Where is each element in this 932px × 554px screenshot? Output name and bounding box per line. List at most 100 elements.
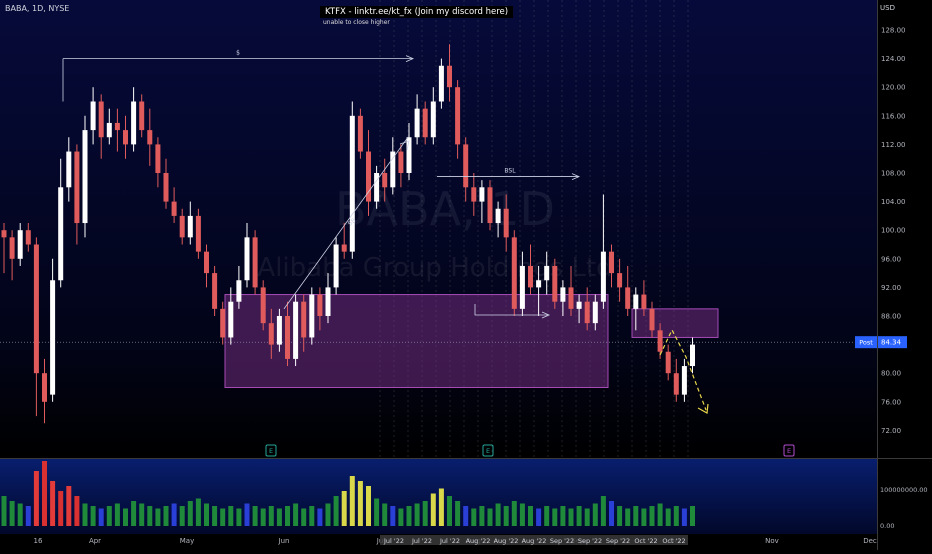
- candle[interactable]: [447, 65, 452, 88]
- candle[interactable]: [519, 265, 525, 309]
- candle[interactable]: [690, 344, 695, 367]
- candle[interactable]: [244, 237, 250, 281]
- candle[interactable]: [341, 244, 347, 252]
- supply-zone[interactable]: [631, 308, 719, 338]
- candlestick-chart[interactable]: BABA, 1D Alibaba Group Holdings Ltd $SBB…: [0, 0, 932, 550]
- candle[interactable]: [114, 122, 120, 131]
- candle[interactable]: [301, 301, 307, 338]
- candle[interactable]: [220, 308, 226, 338]
- volume-bar: [301, 508, 307, 526]
- candle[interactable]: [276, 316, 282, 345]
- time-marker-label: Oct '22: [634, 537, 657, 545]
- candle[interactable]: [147, 130, 153, 145]
- candle[interactable]: [252, 237, 258, 288]
- candle[interactable]: [82, 130, 88, 224]
- candle[interactable]: [25, 230, 31, 245]
- candle[interactable]: [42, 373, 47, 402]
- candle[interactable]: [106, 122, 112, 138]
- candle[interactable]: [430, 101, 436, 138]
- candle[interactable]: [576, 301, 582, 309]
- candle[interactable]: [9, 237, 15, 259]
- candle[interactable]: [17, 230, 23, 259]
- candle[interactable]: [33, 244, 39, 374]
- candle[interactable]: [325, 287, 331, 316]
- candle[interactable]: [438, 65, 444, 102]
- candle[interactable]: [414, 108, 420, 138]
- time-axis[interactable]: 16AprMayJunJulAugSepOctNovDecJul '22Jul …: [34, 535, 877, 545]
- candle[interactable]: [390, 151, 396, 188]
- demand-zone[interactable]: [224, 294, 609, 388]
- symbol-legend[interactable]: BABA, 1D, NYSE: [5, 4, 69, 13]
- candle[interactable]: [139, 101, 145, 131]
- candle[interactable]: [503, 208, 509, 238]
- candle[interactable]: [1, 230, 7, 238]
- candle[interactable]: [131, 101, 137, 145]
- candle[interactable]: [625, 287, 631, 309]
- candle[interactable]: [455, 87, 461, 145]
- candle[interactable]: [528, 265, 533, 288]
- candle[interactable]: [187, 215, 193, 238]
- candle[interactable]: [536, 280, 542, 288]
- candle[interactable]: [398, 151, 404, 173]
- author-banner[interactable]: KTFX - linktr.ee/kt_fx (Join my discord …: [320, 6, 514, 18]
- candle[interactable]: [50, 280, 56, 395]
- candle[interactable]: [171, 201, 177, 216]
- candle[interactable]: [74, 151, 80, 224]
- candle[interactable]: [90, 101, 96, 131]
- candle[interactable]: [471, 187, 477, 202]
- candle[interactable]: [66, 151, 72, 188]
- candle[interactable]: [349, 115, 355, 252]
- candle[interactable]: [98, 101, 104, 138]
- time-marker-label: Aug '22: [494, 537, 519, 545]
- candle[interactable]: [123, 130, 128, 145]
- candle[interactable]: [236, 280, 242, 302]
- candle[interactable]: [479, 187, 485, 202]
- candle[interactable]: [357, 115, 363, 152]
- candle[interactable]: [641, 294, 647, 309]
- candle[interactable]: [681, 366, 687, 395]
- candle[interactable]: [268, 323, 274, 345]
- candle[interactable]: [568, 287, 574, 309]
- candle[interactable]: [228, 301, 234, 338]
- candle[interactable]: [657, 330, 663, 352]
- candle[interactable]: [155, 144, 161, 173]
- volume-bar: [422, 501, 428, 526]
- candle[interactable]: [163, 173, 169, 202]
- candle[interactable]: [617, 273, 623, 288]
- candle[interactable]: [600, 251, 606, 302]
- candle[interactable]: [544, 265, 550, 281]
- volume-bar: [325, 503, 331, 526]
- candle[interactable]: [179, 215, 185, 238]
- candle[interactable]: [58, 187, 64, 281]
- candle[interactable]: [584, 301, 590, 324]
- candle[interactable]: [609, 251, 614, 274]
- candle[interactable]: [665, 351, 671, 374]
- volume-bar: [309, 506, 315, 526]
- candle[interactable]: [212, 273, 218, 309]
- candle[interactable]: [633, 294, 639, 309]
- candle[interactable]: [649, 308, 655, 331]
- candle[interactable]: [374, 173, 380, 202]
- candle[interactable]: [260, 287, 266, 324]
- time-marker-label: Aug '22: [466, 537, 491, 545]
- candle[interactable]: [673, 373, 679, 395]
- candle[interactable]: [560, 287, 566, 302]
- candle[interactable]: [552, 265, 558, 302]
- volume-bar: [171, 503, 177, 526]
- candle[interactable]: [495, 208, 501, 224]
- candle[interactable]: [592, 301, 598, 324]
- candle[interactable]: [422, 108, 428, 138]
- candle[interactable]: [285, 316, 290, 359]
- candle[interactable]: [204, 251, 209, 274]
- candle[interactable]: [511, 237, 517, 309]
- candle[interactable]: [309, 294, 315, 338]
- candle[interactable]: [463, 144, 469, 188]
- volume-bar: [74, 496, 80, 526]
- candle[interactable]: [382, 173, 388, 188]
- candle[interactable]: [293, 301, 299, 359]
- candle[interactable]: [317, 294, 323, 316]
- candle[interactable]: [195, 215, 201, 252]
- candle[interactable]: [487, 187, 493, 224]
- candle[interactable]: [333, 244, 339, 288]
- price-tick-label: 76.00: [881, 398, 901, 406]
